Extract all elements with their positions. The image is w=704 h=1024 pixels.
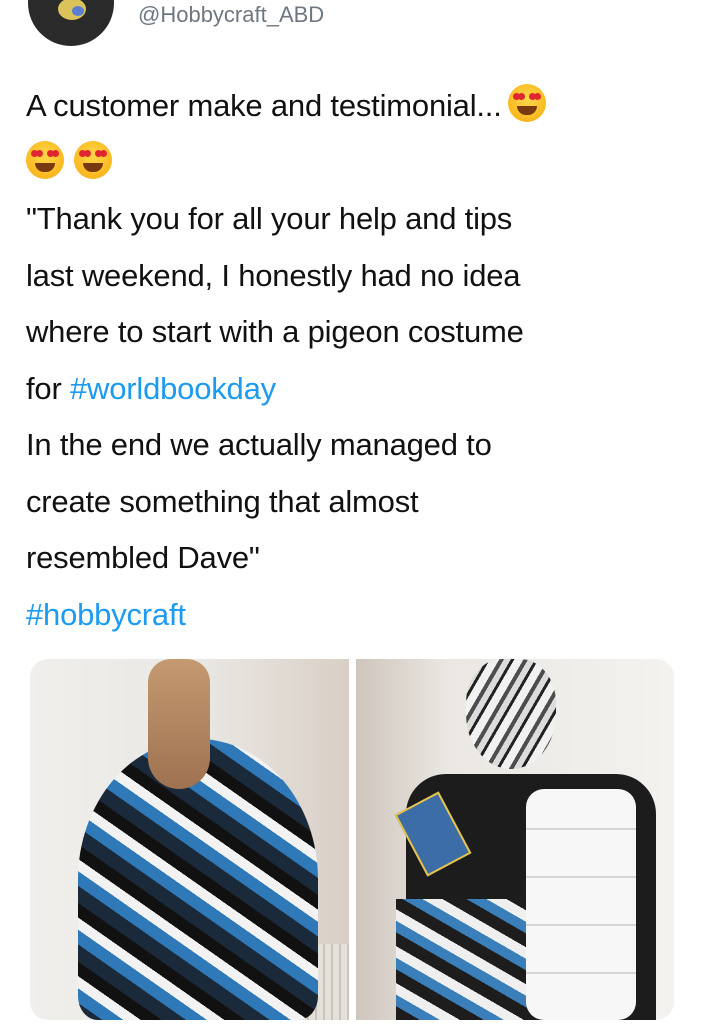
hashtag-link[interactable]: #hobbycraft bbox=[26, 587, 676, 644]
tweet-line-text: A customer make and testimonial... bbox=[26, 88, 502, 123]
tweet-line-text: for bbox=[26, 370, 70, 406]
paper-towel-wings bbox=[526, 789, 636, 1020]
avatar[interactable] bbox=[28, 0, 114, 46]
pigeon-mask bbox=[466, 659, 556, 769]
heart-eyes-emoji-icon bbox=[507, 84, 546, 122]
hashtag-link[interactable]: #worldbookday bbox=[70, 371, 276, 406]
hair bbox=[148, 659, 210, 789]
tweet-line-text: In the end we actually managed to bbox=[26, 427, 492, 462]
tweet-line-text: where to start with a pigeon costume bbox=[26, 314, 524, 349]
heart-eyes-emoji-icon bbox=[74, 140, 112, 179]
feather-cloak bbox=[396, 899, 546, 1020]
tweet-line-text: "Thank you for all your help and tips bbox=[26, 201, 513, 236]
tweet-line-emojis bbox=[26, 135, 676, 192]
tweet-text: A customer make and testimonial... "Than… bbox=[26, 78, 676, 643]
pigeon-costume-front-photo[interactable] bbox=[356, 659, 674, 1020]
tweet-line-text: last weekend, I honestly had no idea bbox=[26, 257, 521, 293]
avatar-detail bbox=[72, 6, 84, 16]
author-handle[interactable]: @Hobbycraft_ABD bbox=[138, 2, 324, 28]
tweet-line: A customer make and testimonial... bbox=[26, 78, 676, 135]
tweet-line-text: create something that almost bbox=[26, 483, 419, 519]
pigeon-costume-back-photo[interactable] bbox=[30, 659, 349, 1020]
heart-eyes-emoji-icon bbox=[26, 140, 64, 179]
tweet-line-text: resembled Dave" bbox=[26, 540, 260, 575]
tweet-line: for #worldbookday bbox=[26, 361, 676, 418]
